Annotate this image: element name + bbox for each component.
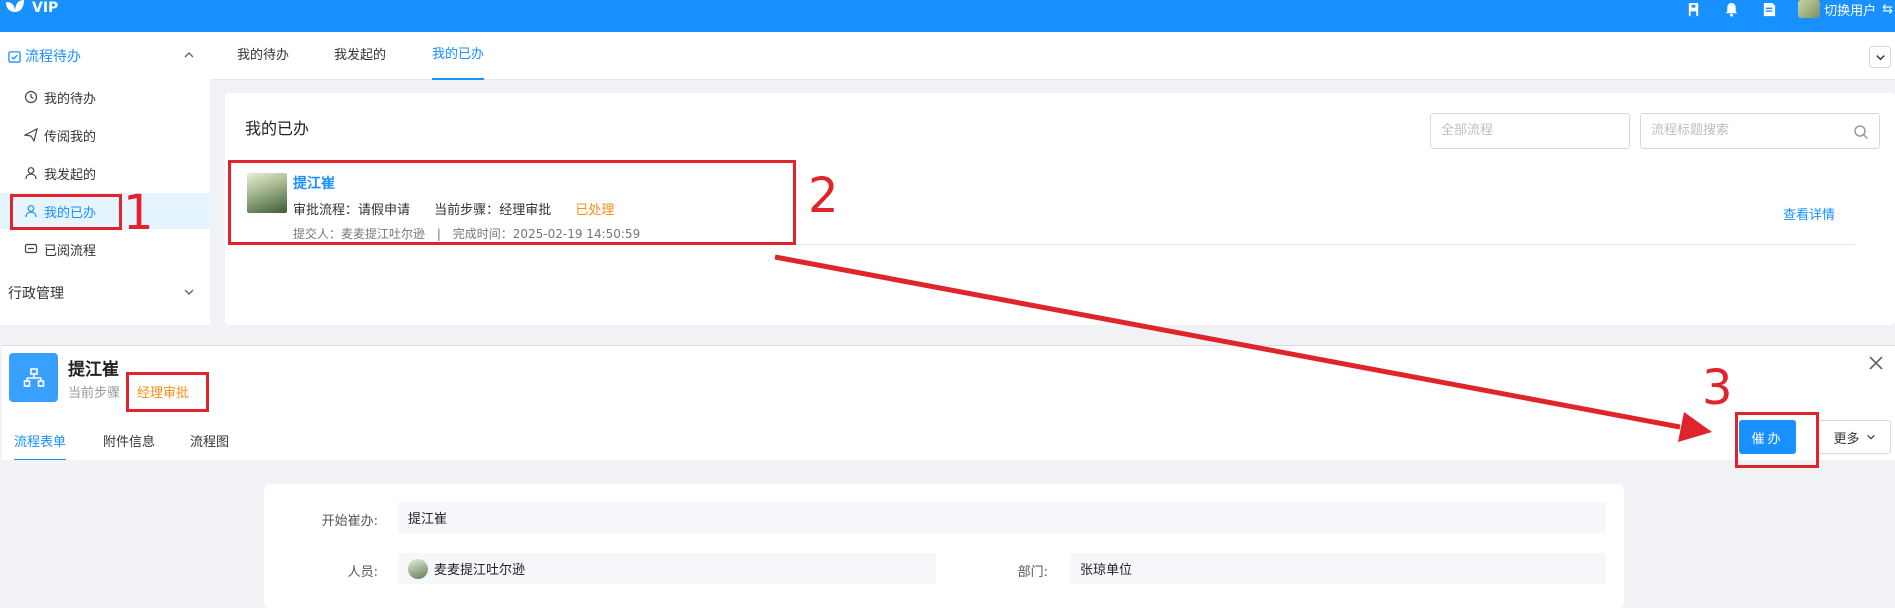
close-icon[interactable] [1867, 354, 1885, 372]
annotation-number-1: 1 [123, 185, 154, 241]
tab-i-started[interactable]: 我发起的 [334, 32, 386, 80]
start-field: 提江崔 [398, 502, 1606, 533]
top-header: VIP 切换用户 ⇆ [0, 0, 1895, 32]
bell-icon[interactable] [1722, 0, 1740, 18]
panel-body: 开始崔办: 提江崔 人员: 麦麦提江吐尔逊 部门: 张琼单位 [2, 460, 1895, 608]
search-icon [1854, 125, 1869, 140]
tab-my-done[interactable]: 我的已办 [432, 32, 485, 80]
person-field: 麦麦提江吐尔逊 [398, 553, 936, 584]
tabs-bar: 我的待办 我发起的 我的已办 [210, 32, 1895, 80]
sidebar-group-label: 流程待办 [25, 49, 81, 65]
send-icon [24, 128, 38, 142]
annotation-number-2: 2 [808, 168, 839, 224]
brand-text: VIP [32, 0, 59, 16]
switch-user-link[interactable]: 切换用户 [1824, 0, 1876, 19]
sidebar-item-i-started[interactable]: 我发起的 [0, 155, 210, 191]
org-icon[interactable] [1684, 0, 1702, 18]
user-icon [25, 167, 37, 180]
avatar [408, 558, 428, 579]
more-label: 更多 [1833, 431, 1860, 447]
sidebar-item-label: 传阅我的 [44, 129, 97, 145]
read-icon [24, 243, 38, 254]
annotation-number-3: 3 [1702, 360, 1733, 416]
process-filter-select[interactable]: 全部流程 [1430, 113, 1630, 149]
brand[interactable]: VIP [4, 0, 58, 16]
chevron-up-icon [184, 52, 194, 58]
tab-flowchart[interactable]: 流程图 [190, 431, 229, 461]
tab-flow-form[interactable]: 流程表单 [14, 431, 67, 461]
person-label: 人员: [347, 565, 378, 580]
dept-label: 部门: [1017, 565, 1048, 580]
avatar[interactable] [1798, 0, 1821, 18]
search-placeholder: 流程标题搜索 [1651, 123, 1730, 138]
sidebar: 流程待办 我的待办 传阅我的 我发起的 我的已办 已阅流程 行政管理 [0, 32, 210, 325]
chevron-down-icon [1875, 54, 1885, 60]
sidebar-item-cc-me[interactable]: 传阅我的 [0, 117, 210, 153]
sidebar-item-label: 我的待办 [44, 91, 97, 107]
dept-field: 张琼单位 [1070, 553, 1606, 584]
clock-icon [24, 90, 38, 104]
swap-icon[interactable]: ⇆ [1882, 2, 1893, 17]
view-detail-link[interactable]: 查看详情 [1783, 204, 1835, 223]
annotation-box-3 [1735, 412, 1819, 468]
tabs-dropdown-button[interactable] [1869, 46, 1891, 68]
current-step-label: 当前步骤 [68, 386, 121, 401]
leaf-logo-icon [6, 0, 24, 12]
detail-panel: 提江崔 当前步骤 经理审批 流程表单 附件信息 流程图 催办 更多 开始崔办: … [2, 345, 1895, 608]
more-button[interactable]: 更多 [1818, 420, 1891, 454]
sidebar-group-admin[interactable]: 行政管理 [0, 273, 210, 313]
tab-my-todo[interactable]: 我的待办 [237, 32, 289, 80]
sidebar-group-flow[interactable]: 流程待办 [0, 36, 210, 76]
search-input[interactable]: 流程标题搜索 [1640, 113, 1880, 149]
person-value: 麦麦提江吐尔逊 [434, 563, 526, 578]
header-actions: 切换用户 ⇆ [1684, 0, 1895, 19]
annotation-box-1 [10, 194, 122, 230]
page-title: 我的已办 [245, 119, 310, 138]
sidebar-item-read-flows[interactable]: 已阅流程 [0, 231, 210, 267]
sidebar-group-label: 行政管理 [8, 286, 64, 302]
chevron-down-icon [1866, 434, 1875, 440]
panel-title: 提江崔 [68, 360, 119, 380]
calendar-check-icon [8, 50, 21, 63]
sidebar-item-label: 我发起的 [44, 167, 97, 183]
annotation-box-2 [228, 160, 796, 245]
annotation-box-step [126, 372, 209, 412]
sidebar-item-my-todo[interactable]: 我的待办 [0, 79, 210, 115]
flow-form: 开始崔办: 提江崔 人员: 麦麦提江吐尔逊 部门: 张琼单位 [264, 484, 1624, 608]
dept-value: 张琼单位 [1080, 563, 1133, 578]
tab-attachments[interactable]: 附件信息 [103, 431, 155, 461]
filter-placeholder: 全部流程 [1441, 123, 1494, 138]
start-label: 开始崔办: [321, 514, 378, 529]
flowchart-icon [9, 353, 58, 402]
sidebar-item-label: 已阅流程 [44, 243, 97, 259]
chevron-down-icon [184, 289, 194, 295]
start-value: 提江崔 [408, 512, 448, 527]
document-icon[interactable] [1760, 0, 1778, 18]
